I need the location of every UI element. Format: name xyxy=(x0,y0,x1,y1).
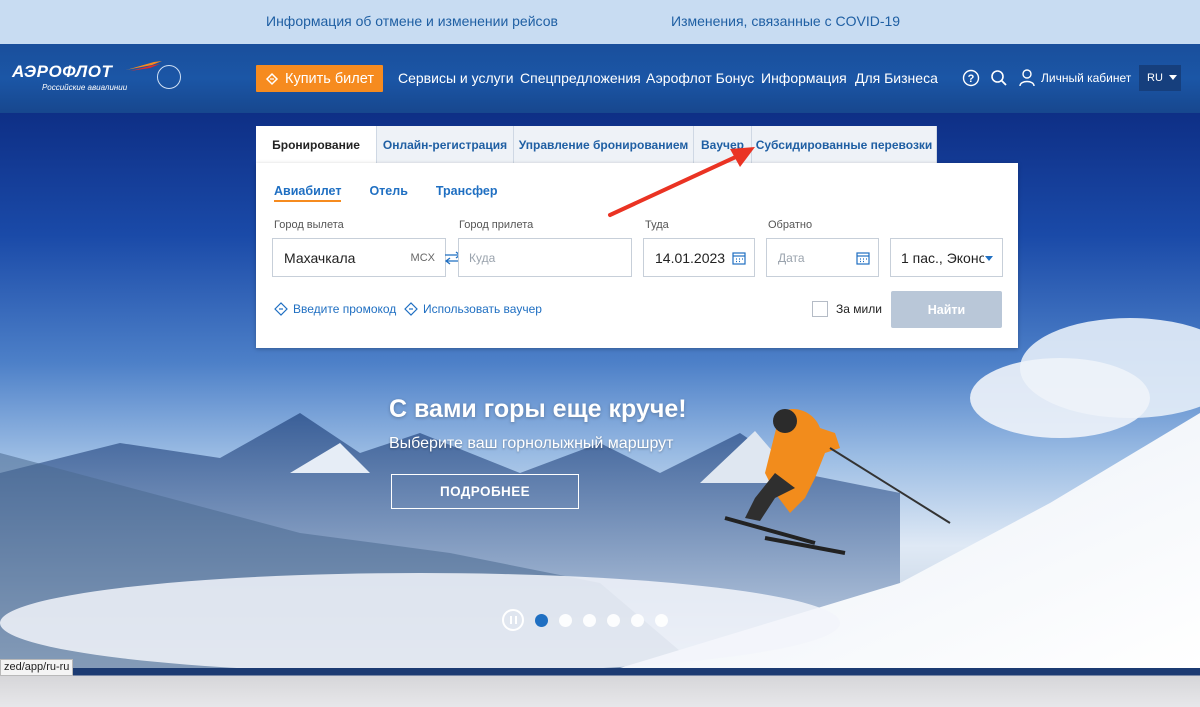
miles-option[interactable]: За мили xyxy=(812,301,882,317)
hero-title: С вами горы еще круче! xyxy=(389,395,687,423)
to-field[interactable]: Куда xyxy=(458,238,632,277)
nav-services[interactable]: Сервисы и услуги xyxy=(398,70,514,86)
search-icon[interactable] xyxy=(990,69,1008,87)
slide-dot[interactable] xyxy=(559,613,572,627)
subtab-flight[interactable]: Авиабилет xyxy=(274,184,342,202)
return-placeholder: Дата xyxy=(778,250,805,265)
logo-subtitle: Российские авиалинии xyxy=(42,83,128,92)
depart-value: 14.01.2023 xyxy=(655,249,726,266)
promo-code-label: Введите промокод xyxy=(293,302,397,316)
miles-label: За мили xyxy=(836,302,882,316)
slide-dot[interactable] xyxy=(607,613,620,627)
tab-online-checkin[interactable]: Онлайн-регистрация xyxy=(377,126,514,163)
to-label: Город прилета xyxy=(459,219,534,231)
buy-ticket-button[interactable]: Купить билет xyxy=(256,65,383,92)
from-label: Город вылета xyxy=(274,219,344,231)
calendar-icon xyxy=(856,252,870,265)
pause-icon[interactable] xyxy=(502,609,524,631)
passengers-value: 1 пас., Эконо xyxy=(901,249,987,266)
flight-changes-link[interactable]: Информация об отмене и изменении рейсов xyxy=(266,13,558,29)
slide-dot[interactable] xyxy=(655,613,668,627)
main-nav: АЭРОФЛОТ Российские авиалинии Купить бил… xyxy=(0,44,1200,113)
status-url-tooltip: zed/app/ru-ru xyxy=(0,659,74,676)
logo-word: АЭРОФЛОТ xyxy=(12,62,113,81)
cabinet-label: Личный кабинет xyxy=(1041,71,1132,85)
skyteam-icon xyxy=(157,65,181,89)
language-select[interactable]: RU xyxy=(1139,65,1181,91)
user-icon xyxy=(1019,69,1035,87)
promo-code-link[interactable]: Введите промокод xyxy=(274,302,396,316)
nav-business[interactable]: Для Бизнеса xyxy=(855,70,938,86)
subtab-transfer[interactable]: Трансфер xyxy=(436,184,498,202)
page-bottom-strip xyxy=(0,668,1200,707)
ticket-icon xyxy=(404,302,418,316)
language-value: RU xyxy=(1147,72,1163,84)
find-button[interactable]: Найти xyxy=(891,291,1002,328)
covid-link[interactable]: Изменения, связанные с COVID-19 xyxy=(671,13,900,29)
return-label: Обратно xyxy=(768,219,813,231)
from-value: Махачкала xyxy=(284,249,356,266)
miles-checkbox[interactable] xyxy=(812,301,828,317)
to-placeholder: Куда xyxy=(469,250,496,265)
from-code: MCX xyxy=(410,251,435,264)
slide-dot[interactable] xyxy=(535,613,548,627)
booking-subtabs: Авиабилет Отель Трансфер xyxy=(274,184,497,202)
depart-date-field[interactable]: 14.01.2023 xyxy=(643,238,755,277)
ticket-icon xyxy=(265,72,279,85)
personal-cabinet-link[interactable]: Личный кабинет xyxy=(1019,69,1131,87)
slide-dot[interactable] xyxy=(583,613,596,627)
nav-info[interactable]: Информация xyxy=(761,70,847,86)
nav-bonus[interactable]: Аэрофлот Бонус xyxy=(646,70,754,86)
return-date-field[interactable]: Дата xyxy=(766,238,879,277)
chevron-down-icon xyxy=(984,255,994,262)
hero-subtitle: Выберите ваш горнолыжный маршрут xyxy=(389,435,674,452)
subtab-hotel[interactable]: Отель xyxy=(369,184,407,202)
slide-dot[interactable] xyxy=(631,613,644,627)
passengers-select[interactable]: 1 пас., Эконо xyxy=(890,238,1003,277)
aeroflot-logo[interactable]: АЭРОФЛОТ Российские авиалинии xyxy=(12,61,162,92)
from-field[interactable]: Махачкала MCX xyxy=(272,238,446,277)
more-button[interactable]: ПОДРОБНЕЕ xyxy=(391,474,579,509)
nav-offers[interactable]: Спецпредложения xyxy=(520,70,641,86)
calendar-icon xyxy=(732,252,746,265)
chevron-down-icon xyxy=(1168,75,1177,80)
slider-controls xyxy=(502,609,668,631)
buy-ticket-label: Купить билет xyxy=(285,70,374,87)
ticket-icon xyxy=(274,302,288,316)
svg-text:?: ? xyxy=(968,73,975,85)
use-voucher-label: Использовать ваучер xyxy=(423,302,542,316)
tab-subsidized[interactable]: Субсидированные перевозки xyxy=(752,126,937,163)
tab-booking[interactable]: Бронирование xyxy=(256,126,377,163)
booking-tabs: Бронирование Онлайн-регистрация Управлен… xyxy=(256,126,937,163)
info-bar: Информация об отмене и изменении рейсов … xyxy=(0,0,1200,44)
use-voucher-link[interactable]: Использовать ваучер xyxy=(404,302,542,316)
help-icon[interactable]: ? xyxy=(962,69,980,87)
annotation-arrow xyxy=(608,147,755,217)
